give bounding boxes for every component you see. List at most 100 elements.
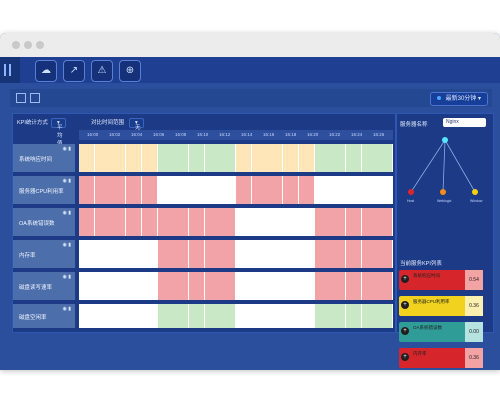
topology-graph: Host Weblogic Window	[407, 137, 483, 203]
kpi-card-value: 0.36	[465, 296, 483, 316]
topology-node-host[interactable]	[408, 189, 414, 195]
timeline-cell	[345, 176, 361, 204]
timeline-cell	[173, 304, 189, 328]
topology-node-weblogic[interactable]	[440, 189, 446, 195]
row-label: 磁盘空闲率 ◉ ▮	[13, 304, 75, 328]
kpi-card[interactable]: + 系统响应时间 0.54	[399, 270, 483, 290]
row-lane[interactable]	[79, 144, 393, 172]
topology-node-window[interactable]	[472, 189, 478, 195]
timeline-tick: 16:26	[373, 132, 385, 137]
kpi-method-label: KPI统计方式	[17, 120, 48, 126]
timeline-cell	[110, 240, 126, 268]
row-actions-icon[interactable]: ◉ ▮	[62, 178, 71, 184]
timeline-cell	[141, 240, 157, 268]
row-label: 服务器CPU利用率 ◉ ▮	[13, 176, 75, 204]
timeline-tick: 16:08	[175, 132, 187, 137]
timeline-cell	[110, 272, 126, 300]
row-actions-icon[interactable]: ◉ ▮	[62, 242, 71, 248]
kpi-card-value: 0.36	[465, 348, 483, 368]
timeline-cell	[314, 272, 330, 300]
time-range-select[interactable]: 最新30分钟 ▾	[429, 92, 488, 106]
timeline-cell	[173, 272, 189, 300]
service-side-panel: 服务器名称 Nginx Host Weblogic Window 当前服务KPI…	[396, 113, 494, 368]
cloud-icon[interactable]: ☁	[35, 60, 57, 82]
timeline-cell	[251, 176, 267, 204]
timeline-cell	[377, 240, 393, 268]
server-select[interactable]: Nginx	[443, 118, 486, 127]
timeline-cell	[236, 176, 251, 204]
timeline-cell	[267, 272, 283, 300]
timeline-cell	[204, 208, 220, 236]
window-dot-maximize[interactable]	[36, 41, 44, 49]
kpi-row: 服务器CPU利用率 ◉ ▮	[13, 176, 393, 204]
timeline-cell	[361, 304, 377, 328]
topology-root-node[interactable]	[442, 137, 448, 143]
timeline-cell	[126, 272, 142, 300]
timeline-cell	[283, 176, 299, 204]
row-actions-icon[interactable]: ◉ ▮	[62, 274, 71, 280]
window-dot-minimize[interactable]	[24, 41, 32, 49]
row-lane[interactable]	[79, 272, 393, 300]
add-circle-icon[interactable]: +	[401, 327, 409, 335]
timeline-cell	[79, 272, 94, 300]
timeline-cell	[188, 176, 204, 204]
compare-select[interactable]: 无 ▾	[129, 118, 144, 131]
time-range-label: 最新30分钟	[445, 96, 477, 102]
globe-icon[interactable]: ⊕	[119, 60, 141, 82]
row-label-text: 内存率	[19, 253, 36, 259]
kpi-card[interactable]: + 内存率 0.36	[399, 348, 483, 368]
row-actions-icon[interactable]: ◉ ▮	[62, 306, 71, 312]
timeline-cell	[236, 272, 251, 300]
timeline-cell	[267, 208, 283, 236]
row-lane[interactable]	[79, 304, 393, 328]
row-lane[interactable]	[79, 176, 393, 204]
timeline-cell	[361, 144, 377, 172]
timeline-cell	[330, 176, 346, 204]
timeline-cell	[283, 272, 299, 300]
timeline-cell	[188, 144, 204, 172]
add-circle-icon[interactable]: +	[401, 275, 409, 283]
timeline-cell	[110, 208, 126, 236]
kpi-card[interactable]: + 服务器CPU利用率 0.36	[399, 296, 483, 316]
timeline-cell	[298, 272, 314, 300]
kpi-method-select[interactable]: 平均值 ▾	[51, 118, 66, 147]
kpi-card[interactable]: + OA系统错误数 0.00	[399, 322, 483, 342]
browser-chrome	[0, 33, 500, 57]
alert-icon[interactable]: ⚠	[91, 60, 113, 82]
timeline-cell	[94, 304, 110, 328]
add-circle-icon[interactable]: +	[401, 301, 409, 309]
layout-icon[interactable]	[16, 93, 26, 103]
kpi-row: 磁盘读写速率 ◉ ▮	[13, 272, 393, 300]
timeline-axis: 16:00 16:02 16:04 16:06 16:08 16:10 16:12 16:14…	[79, 130, 393, 140]
browser-window: ☁ ↗ ⚠ ⊕ 最新30分钟 ▾ KPI统计方式 平均值 ▾ 对比时间范围 无 …	[0, 33, 500, 370]
add-circle-icon[interactable]: +	[401, 353, 409, 361]
timeline-tick: 16:00	[87, 132, 99, 137]
row-actions-icon[interactable]: ◉ ▮	[62, 210, 71, 216]
timeline-cell	[251, 304, 267, 328]
server-label: 服务器名称	[400, 122, 428, 128]
timeline-cell	[157, 272, 173, 300]
timeline-cell	[141, 304, 157, 328]
timeline-cell	[283, 240, 299, 268]
timeline-cell	[377, 176, 393, 204]
timeline-cell	[79, 144, 94, 172]
timeline-cell	[314, 144, 330, 172]
timeline-cell	[314, 208, 330, 236]
kpi-card-value: 0.00	[465, 322, 483, 342]
row-lane[interactable]	[79, 208, 393, 236]
compare-label: 对比时间范围	[91, 120, 125, 126]
timeline-cell	[204, 240, 220, 268]
timeline-cell	[220, 176, 236, 204]
timeline-cell	[220, 304, 236, 328]
timeline-cell	[110, 176, 126, 204]
timeline-cell	[330, 272, 346, 300]
calendar-icon[interactable]	[30, 93, 40, 103]
window-dot-close[interactable]	[12, 41, 20, 49]
timeline-cell	[173, 208, 189, 236]
chart-icon[interactable]: ↗	[63, 60, 85, 82]
timeline-cell	[141, 176, 157, 204]
row-label-text: 磁盘读写速率	[19, 285, 53, 291]
row-actions-icon[interactable]: ◉ ▮	[62, 146, 71, 152]
row-lane[interactable]	[79, 240, 393, 268]
timeline-cell	[267, 304, 283, 328]
